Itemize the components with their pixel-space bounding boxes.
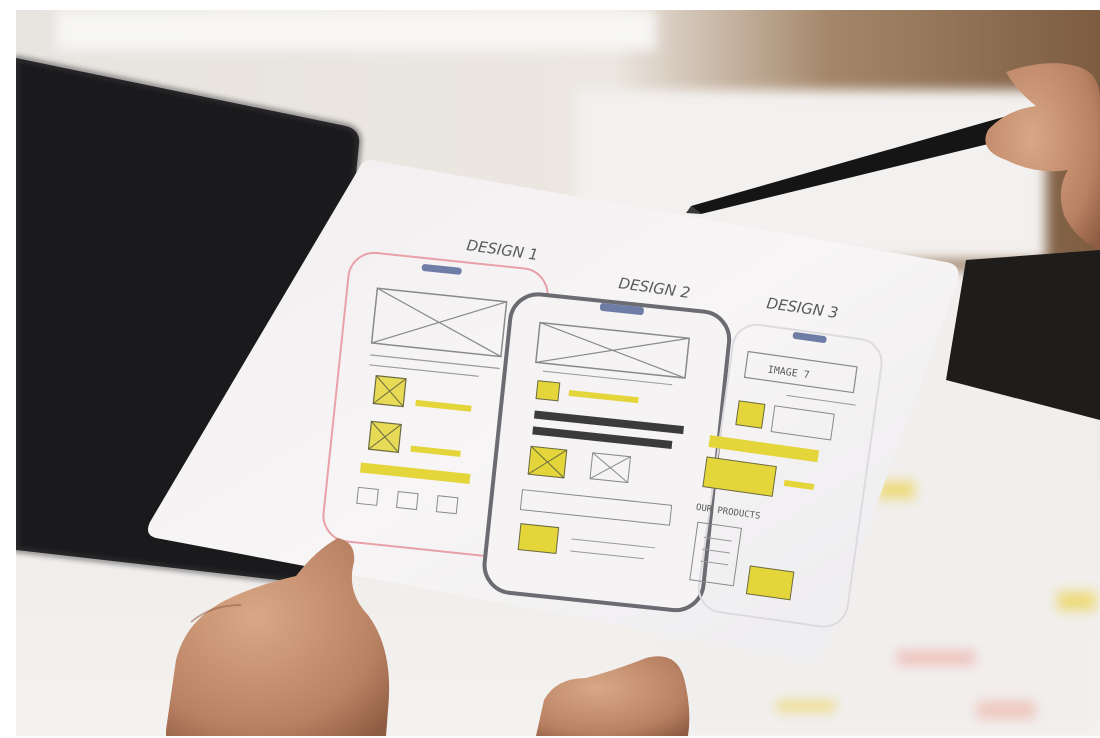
photo-frame: DESIGN 1 DESIGN 2 IMAGE 7 OUR PRODUCTS D… xyxy=(16,10,1100,736)
design-2-wireframe xyxy=(482,292,732,613)
photo-scene: DESIGN 1 DESIGN 2 IMAGE 7 OUR PRODUCTS D… xyxy=(16,10,1100,736)
